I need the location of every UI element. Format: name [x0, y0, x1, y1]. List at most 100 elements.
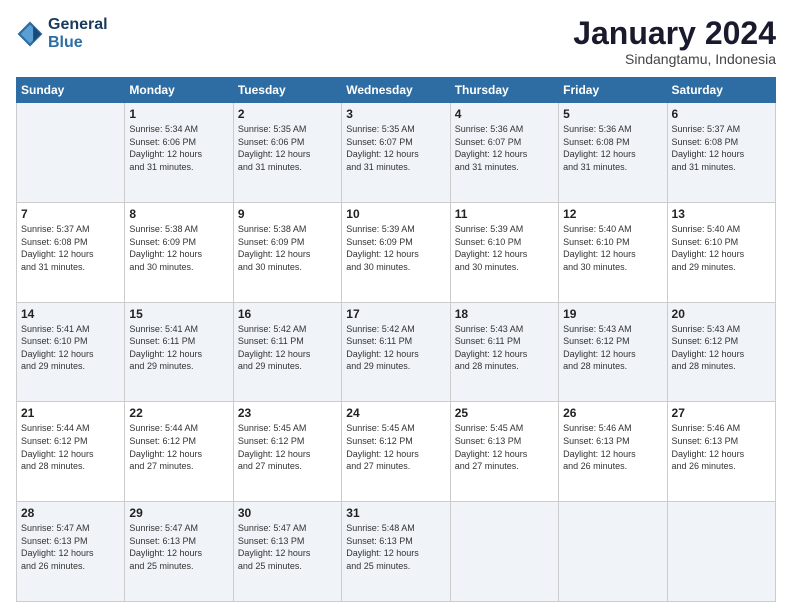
day-info: Sunrise: 5:46 AM Sunset: 6:13 PM Dayligh… — [672, 422, 771, 472]
day-info: Sunrise: 5:37 AM Sunset: 6:08 PM Dayligh… — [672, 123, 771, 173]
calendar-cell: 19 Sunrise: 5:43 AM Sunset: 6:12 PM Dayli… — [559, 302, 667, 402]
day-number: 26 — [563, 406, 662, 420]
calendar-cell — [667, 502, 775, 602]
day-number: 15 — [129, 307, 228, 321]
day-info: Sunrise: 5:45 AM Sunset: 6:13 PM Dayligh… — [455, 422, 554, 472]
calendar-cell: 6 Sunrise: 5:37 AM Sunset: 6:08 PM Daylig… — [667, 103, 775, 203]
weekday-header: Thursday — [450, 78, 558, 103]
day-info: Sunrise: 5:45 AM Sunset: 6:12 PM Dayligh… — [238, 422, 337, 472]
day-info: Sunrise: 5:34 AM Sunset: 6:06 PM Dayligh… — [129, 123, 228, 173]
day-info: Sunrise: 5:35 AM Sunset: 6:06 PM Dayligh… — [238, 123, 337, 173]
day-info: Sunrise: 5:38 AM Sunset: 6:09 PM Dayligh… — [238, 223, 337, 273]
calendar-cell: 4 Sunrise: 5:36 AM Sunset: 6:07 PM Daylig… — [450, 103, 558, 203]
calendar-table: SundayMondayTuesdayWednesdayThursdayFrid… — [16, 77, 776, 602]
day-number: 14 — [21, 307, 120, 321]
day-info: Sunrise: 5:41 AM Sunset: 6:11 PM Dayligh… — [129, 323, 228, 373]
month-title: January 2024 — [573, 16, 776, 51]
calendar-cell: 23 Sunrise: 5:45 AM Sunset: 6:12 PM Dayli… — [233, 402, 341, 502]
day-number: 19 — [563, 307, 662, 321]
day-info: Sunrise: 5:42 AM Sunset: 6:11 PM Dayligh… — [346, 323, 445, 373]
calendar-cell: 1 Sunrise: 5:34 AM Sunset: 6:06 PM Daylig… — [125, 103, 233, 203]
day-info: Sunrise: 5:38 AM Sunset: 6:09 PM Dayligh… — [129, 223, 228, 273]
day-number: 25 — [455, 406, 554, 420]
day-info: Sunrise: 5:46 AM Sunset: 6:13 PM Dayligh… — [563, 422, 662, 472]
calendar-cell: 20Sunrise: 5:43 AM Sunset: 6:12 PM Dayli… — [667, 302, 775, 402]
day-number: 16 — [238, 307, 337, 321]
day-number: 5 — [563, 107, 662, 121]
weekday-header: Sunday — [17, 78, 125, 103]
day-info: Sunrise: 5:41 AM Sunset: 6:10 PM Dayligh… — [21, 323, 120, 373]
day-number: 18 — [455, 307, 554, 321]
day-info: Sunrise: 5:44 AM Sunset: 6:12 PM Dayligh… — [129, 422, 228, 472]
day-number: 29 — [129, 506, 228, 520]
day-info: Sunrise: 5:36 AM Sunset: 6:08 PM Dayligh… — [563, 123, 662, 173]
calendar-cell: 18 Sunrise: 5:43 AM Sunset: 6:11 PM Dayli… — [450, 302, 558, 402]
calendar-cell: 2 Sunrise: 5:35 AM Sunset: 6:06 PM Daylig… — [233, 103, 341, 203]
calendar-cell: 5 Sunrise: 5:36 AM Sunset: 6:08 PM Daylig… — [559, 103, 667, 203]
calendar-cell: 25 Sunrise: 5:45 AM Sunset: 6:13 PM Dayli… — [450, 402, 558, 502]
weekday-header: Wednesday — [342, 78, 450, 103]
calendar-body: 1 Sunrise: 5:34 AM Sunset: 6:06 PM Daylig… — [17, 103, 776, 602]
weekday-header: Monday — [125, 78, 233, 103]
day-info: Sunrise: 5:43 AM Sunset: 6:11 PM Dayligh… — [455, 323, 554, 373]
calendar-cell: 26 Sunrise: 5:46 AM Sunset: 6:13 PM Dayli… — [559, 402, 667, 502]
day-number: 1 — [129, 107, 228, 121]
day-info: Sunrise: 5:39 AM Sunset: 6:09 PM Dayligh… — [346, 223, 445, 273]
calendar-cell — [450, 502, 558, 602]
calendar-cell: 8 Sunrise: 5:38 AM Sunset: 6:09 PM Daylig… — [125, 202, 233, 302]
day-number: 8 — [129, 207, 228, 221]
calendar-cell: 3Sunrise: 5:35 AM Sunset: 6:07 PM Daylig… — [342, 103, 450, 203]
day-info: Sunrise: 5:40 AM Sunset: 6:10 PM Dayligh… — [563, 223, 662, 273]
calendar-cell: 28Sunrise: 5:47 AM Sunset: 6:13 PM Dayli… — [17, 502, 125, 602]
day-number: 12 — [563, 207, 662, 221]
calendar-cell: 30Sunrise: 5:47 AM Sunset: 6:13 PM Dayli… — [233, 502, 341, 602]
day-info: Sunrise: 5:43 AM Sunset: 6:12 PM Dayligh… — [563, 323, 662, 373]
day-number: 4 — [455, 107, 554, 121]
calendar-cell: 12 Sunrise: 5:40 AM Sunset: 6:10 PM Dayli… — [559, 202, 667, 302]
calendar-cell: 29 Sunrise: 5:47 AM Sunset: 6:13 PM Dayli… — [125, 502, 233, 602]
day-number: 23 — [238, 406, 337, 420]
calendar-cell: 15 Sunrise: 5:41 AM Sunset: 6:11 PM Dayli… — [125, 302, 233, 402]
day-number: 11 — [455, 207, 554, 221]
day-number: 3 — [346, 107, 445, 121]
calendar-cell — [559, 502, 667, 602]
day-number: 27 — [672, 406, 771, 420]
logo-icon — [16, 20, 44, 48]
calendar-cell: 21 Sunrise: 5:44 AM Sunset: 6:12 PM Dayli… — [17, 402, 125, 502]
day-number: 9 — [238, 207, 337, 221]
location-subtitle: Sindangtamu, Indonesia — [573, 51, 776, 67]
logo-text: General Blue — [48, 16, 108, 51]
day-number: 22 — [129, 406, 228, 420]
weekday-row: SundayMondayTuesdayWednesdayThursdayFrid… — [17, 78, 776, 103]
page: General Blue January 2024 Sindangtamu, I… — [0, 0, 792, 612]
calendar-cell: 27 Sunrise: 5:46 AM Sunset: 6:13 PM Dayli… — [667, 402, 775, 502]
calendar-week-row: 28 Sunrise: 5:47 AM Sunset: 6:13 PM Dayli… — [17, 502, 776, 602]
calendar-cell: 11Sunrise: 5:39 AM Sunset: 6:10 PM Dayli… — [450, 202, 558, 302]
day-number: 17 — [346, 307, 445, 321]
day-number: 24 — [346, 406, 445, 420]
day-info: Sunrise: 5:37 AM Sunset: 6:08 PM Dayligh… — [21, 223, 120, 273]
day-number: 31 — [346, 506, 445, 520]
day-info: Sunrise: 5:42 AM Sunset: 6:11 PM Dayligh… — [238, 323, 337, 373]
day-info: Sunrise: 5:47 AM Sunset: 6:13 PM Dayligh… — [129, 522, 228, 572]
day-number: 10 — [346, 207, 445, 221]
day-number: 2 — [238, 107, 337, 121]
day-info: Sunrise: 5:47 AM Sunset: 6:13 PM Dayligh… — [238, 522, 337, 572]
calendar-week-row: 21 Sunrise: 5:44 AM Sunset: 6:12 PM Dayli… — [17, 402, 776, 502]
day-info: Sunrise: 5:36 AM Sunset: 6:07 PM Dayligh… — [455, 123, 554, 173]
calendar-cell: 14 Sunrise: 5:41 AM Sunset: 6:10 PM Dayli… — [17, 302, 125, 402]
day-number: 6 — [672, 107, 771, 121]
calendar-cell: 22 Sunrise: 5:44 AM Sunset: 6:12 PM Dayli… — [125, 402, 233, 502]
day-number: 13 — [672, 207, 771, 221]
title-area: January 2024 Sindangtamu, Indonesia — [573, 16, 776, 67]
day-info: Sunrise: 5:44 AM Sunset: 6:12 PM Dayligh… — [21, 422, 120, 472]
calendar-cell: 17 Sunrise: 5:42 AM Sunset: 6:11 PM Dayli… — [342, 302, 450, 402]
day-number: 28 — [21, 506, 120, 520]
calendar-week-row: 1 Sunrise: 5:34 AM Sunset: 6:06 PM Daylig… — [17, 103, 776, 203]
calendar-cell: 24Sunrise: 5:45 AM Sunset: 6:12 PM Dayli… — [342, 402, 450, 502]
day-number: 20 — [672, 307, 771, 321]
header: General Blue January 2024 Sindangtamu, I… — [16, 16, 776, 67]
calendar-cell — [17, 103, 125, 203]
day-number: 21 — [21, 406, 120, 420]
calendar-cell: 7Sunrise: 5:37 AM Sunset: 6:08 PM Daylig… — [17, 202, 125, 302]
